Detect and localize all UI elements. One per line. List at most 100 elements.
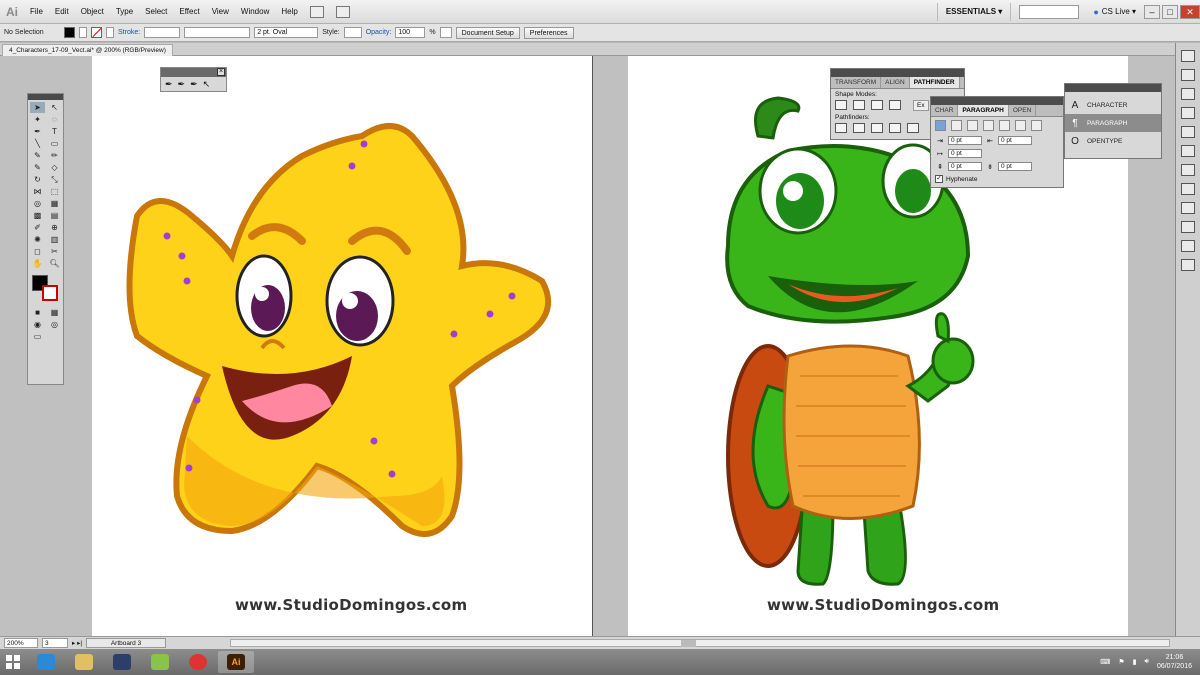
fill-dropdown[interactable] — [79, 27, 87, 38]
column-graph-icon[interactable]: ▥ — [47, 234, 62, 245]
menu-effect[interactable]: Effect — [173, 0, 205, 24]
eyedropper-icon[interactable]: ✐ — [30, 222, 45, 233]
flag-icon[interactable]: ⚑ — [1118, 658, 1124, 666]
graphic-style-picker[interactable] — [343, 27, 362, 38]
stroke-dropdown[interactable] — [106, 27, 114, 38]
brushes-icon[interactable] — [1181, 107, 1195, 119]
free-transform-icon[interactable]: ⬚ — [47, 186, 62, 197]
gradient-mode-icon[interactable]: ▦ — [47, 307, 62, 318]
tab-pathfinder[interactable]: PATHFINDER — [909, 77, 960, 88]
paintbrush-icon[interactable]: ✎ — [30, 150, 45, 161]
type-tool-icon[interactable]: T — [47, 126, 62, 137]
magic-wand-icon[interactable]: ✦ — [30, 114, 45, 125]
rectangle-tool-icon[interactable]: ▭ — [47, 138, 62, 149]
tab-paragraph[interactable]: PARAGRAPH — [958, 105, 1009, 116]
menu-help[interactable]: Help — [275, 0, 303, 24]
perspective-grid-icon[interactable]: ▦ — [47, 198, 62, 209]
justify-left-icon[interactable] — [983, 120, 994, 131]
trim-icon[interactable] — [853, 123, 865, 133]
scale-icon[interactable]: ⤡ — [47, 174, 62, 185]
justify-right-icon[interactable] — [1015, 120, 1026, 131]
brush-definition[interactable]: 2 pt. Oval — [254, 27, 319, 38]
windows-start-icon[interactable] — [0, 649, 26, 675]
pen-tool-icon[interactable]: ✒ — [30, 126, 45, 137]
blob-brush-icon[interactable]: ✎ — [30, 162, 45, 173]
zoom-icon[interactable]: 🔍︎ — [47, 258, 62, 269]
menu-object[interactable]: Object — [75, 0, 110, 24]
tab-character[interactable]: CHAR — [931, 105, 959, 116]
width-tool-icon[interactable]: ⋈ — [30, 186, 45, 197]
bridge-icon[interactable] — [309, 5, 324, 18]
chart-app-icon[interactable] — [142, 651, 178, 673]
menu-view[interactable]: View — [206, 0, 235, 24]
arrange-documents-icon[interactable] — [335, 5, 350, 18]
slice-icon[interactable]: ✂ — [47, 246, 62, 257]
cs-live-menu[interactable]: ● CS Live ▾ — [1087, 7, 1142, 17]
merge-icon[interactable] — [871, 123, 883, 133]
lenovo-app-icon[interactable] — [104, 651, 140, 673]
file-explorer-icon[interactable] — [66, 651, 102, 673]
rotate-icon[interactable]: ↻ — [30, 174, 45, 185]
artboard-status[interactable]: Artboard 3 — [86, 638, 167, 648]
opacity-field[interactable]: 100 — [395, 27, 426, 38]
fill-swatch[interactable] — [64, 27, 75, 38]
exclude-icon[interactable] — [889, 100, 901, 110]
intersect-icon[interactable] — [871, 100, 883, 110]
artboards-panel-icon[interactable] — [1181, 259, 1195, 271]
shape-builder-icon[interactable]: ◎ — [30, 198, 45, 209]
draw-behind-icon[interactable]: ◎ — [47, 319, 62, 330]
align-right-icon[interactable] — [967, 120, 978, 131]
variable-width-profile[interactable] — [184, 27, 251, 38]
color-panel-icon[interactable] — [1181, 50, 1195, 62]
menu-select[interactable]: Select — [139, 0, 173, 24]
align-center-icon[interactable] — [951, 120, 962, 131]
maximize-button[interactable]: □ — [1162, 4, 1178, 19]
artboard-nav-icon[interactable]: ▸ ▸| — [72, 639, 82, 647]
color-guide-icon[interactable] — [1181, 69, 1195, 81]
recolor-icon[interactable] — [439, 27, 452, 38]
type-panels-dock-header[interactable] — [1065, 84, 1161, 92]
transparency-icon[interactable] — [1181, 183, 1195, 195]
fill-stroke-swatches[interactable] — [30, 273, 61, 303]
character-panel-button[interactable]: A CHARACTER — [1065, 96, 1161, 114]
paragraph-panel-button[interactable]: ¶ PARAGRAPH — [1065, 114, 1161, 132]
menu-window[interactable]: Window — [235, 0, 275, 24]
selection-tool-icon[interactable]: ➤ — [30, 102, 45, 113]
preferences-button[interactable]: Preferences — [523, 26, 574, 39]
illustrator-taskbar-icon[interactable]: Ai — [218, 651, 254, 673]
hand-icon[interactable]: ✋ — [30, 258, 45, 269]
add-anchor-icon[interactable]: ✒ — [178, 79, 186, 90]
chrome-icon[interactable] — [180, 651, 216, 673]
graphic-styles-icon[interactable] — [1181, 221, 1195, 233]
convert-anchor-icon[interactable]: ↖ — [203, 79, 211, 90]
pencil-icon[interactable]: ✏ — [47, 150, 62, 161]
keyboard-icon[interactable]: ⌨ — [1100, 658, 1110, 666]
gradient-icon[interactable]: ▤ — [47, 210, 62, 221]
tab-opentype[interactable]: OPEN — [1009, 105, 1037, 116]
symbol-sprayer-icon[interactable]: ✺ — [30, 234, 45, 245]
stroke-panel-icon[interactable] — [1181, 145, 1195, 157]
minimize-button[interactable]: – — [1144, 4, 1160, 19]
hyphenate-checkbox[interactable]: ✓ — [935, 175, 943, 183]
delete-anchor-icon[interactable]: ✒ — [190, 79, 198, 90]
pen-tool-icon[interactable]: ✒ — [165, 79, 173, 90]
stroke-swatch[interactable] — [91, 27, 102, 38]
volume-icon[interactable]: 🔊︎ — [1145, 658, 1149, 666]
space-after-field[interactable]: 0 pt — [998, 162, 1032, 171]
expand-button[interactable]: Ex — [913, 100, 929, 111]
crop-icon[interactable] — [889, 123, 901, 133]
lasso-icon[interactable]: ◌ — [47, 114, 62, 125]
zoom-level-field[interactable]: 200% — [4, 638, 38, 648]
mesh-icon[interactable]: ▩ — [30, 210, 45, 221]
right-indent-field[interactable]: 0 pt — [998, 136, 1032, 145]
menu-file[interactable]: File — [24, 0, 49, 24]
internet-explorer-icon[interactable] — [28, 651, 64, 673]
artboard-left[interactable]: www.StudioDomingos.com — [92, 56, 592, 636]
help-search-input[interactable] — [1019, 4, 1080, 19]
clock[interactable]: 21:06 06/07/2016 — [1157, 653, 1192, 671]
horizontal-scrollbar[interactable] — [230, 639, 1170, 647]
stroke-swatch[interactable] — [42, 285, 58, 301]
outline-icon[interactable] — [907, 123, 919, 133]
divide-icon[interactable] — [835, 123, 847, 133]
line-tool-icon[interactable]: ╲ — [30, 138, 45, 149]
